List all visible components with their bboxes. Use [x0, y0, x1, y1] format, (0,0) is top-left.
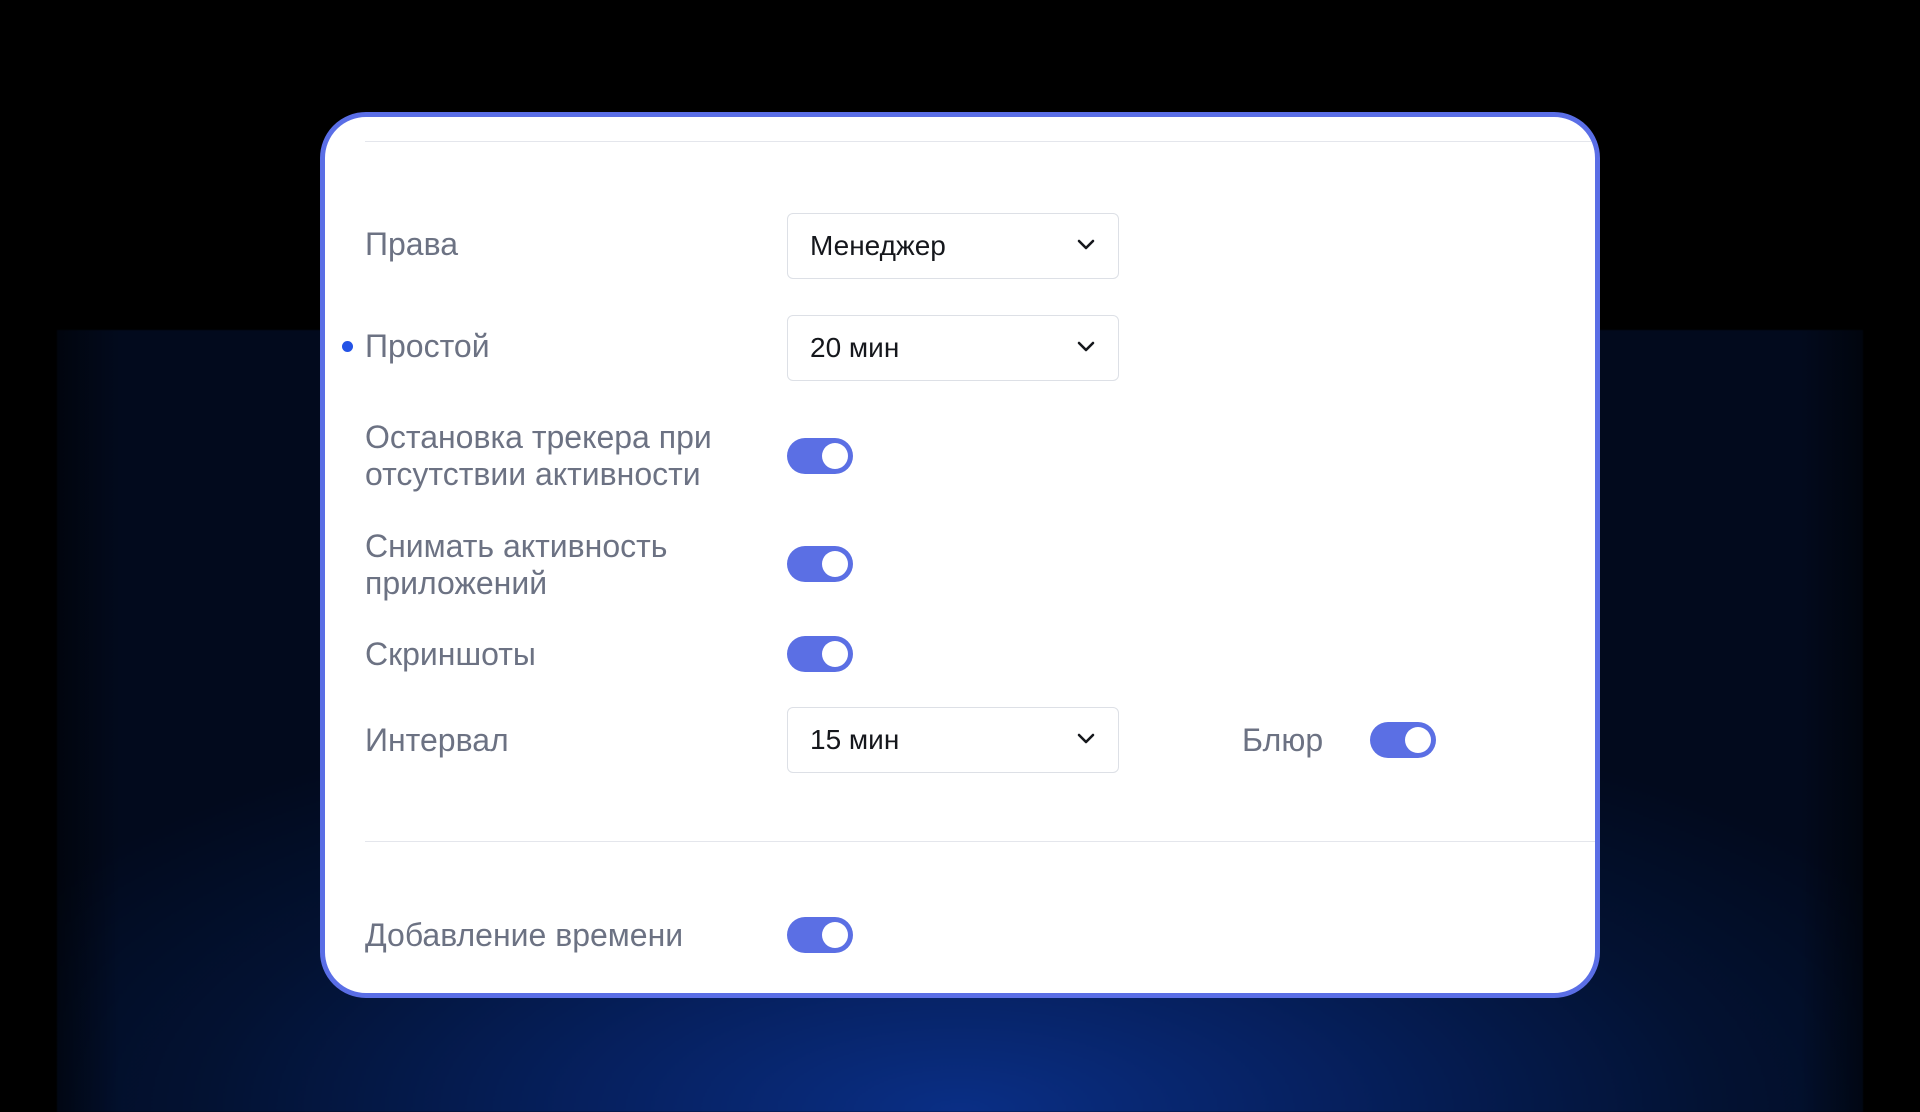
blur-toggle[interactable]: [1370, 722, 1436, 758]
chevron-down-icon: [1077, 733, 1095, 744]
app-activity-label-line1: Снимать активность: [365, 528, 668, 564]
settings-card: Права Менеджер Простой 20 мин Остановка …: [320, 112, 1600, 998]
toggle-knob: [822, 443, 848, 469]
toggle-knob: [822, 922, 848, 948]
interval-select-value: 15 мин: [810, 724, 900, 755]
chevron-down-icon: [1077, 341, 1095, 352]
section-divider: [365, 841, 1595, 842]
toggle-knob: [822, 551, 848, 577]
interval-label: Интервал: [365, 722, 509, 758]
permissions-label: Права: [365, 226, 459, 262]
permissions-select[interactable]: Менеджер: [787, 213, 1119, 279]
screenshots-label: Скриншоты: [365, 636, 536, 672]
app-activity-toggle[interactable]: [787, 546, 853, 582]
stop-tracker-label-line2: отсутствии активности: [365, 456, 701, 492]
chevron-down-icon: [1077, 239, 1095, 250]
interval-select[interactable]: 15 мин: [787, 707, 1119, 773]
blur-label: Блюр: [1242, 722, 1324, 758]
app-activity-label-line2: приложений: [365, 565, 548, 601]
add-time-toggle[interactable]: [787, 917, 853, 953]
idle-select-value: 20 мин: [810, 332, 900, 363]
stop-tracker-toggle[interactable]: [787, 438, 853, 474]
top-divider: [365, 141, 1595, 142]
stop-tracker-label-line1: Остановка трекера при: [365, 419, 712, 455]
add-time-label: Добавление времени: [365, 917, 684, 953]
toggle-knob: [822, 641, 848, 667]
toggle-knob: [1405, 727, 1431, 753]
idle-select[interactable]: 20 мин: [787, 315, 1119, 381]
screenshots-toggle[interactable]: [787, 636, 853, 672]
permissions-select-value: Менеджер: [810, 230, 946, 261]
idle-label: Простой: [365, 328, 490, 364]
idle-indicator-dot: [342, 341, 353, 352]
